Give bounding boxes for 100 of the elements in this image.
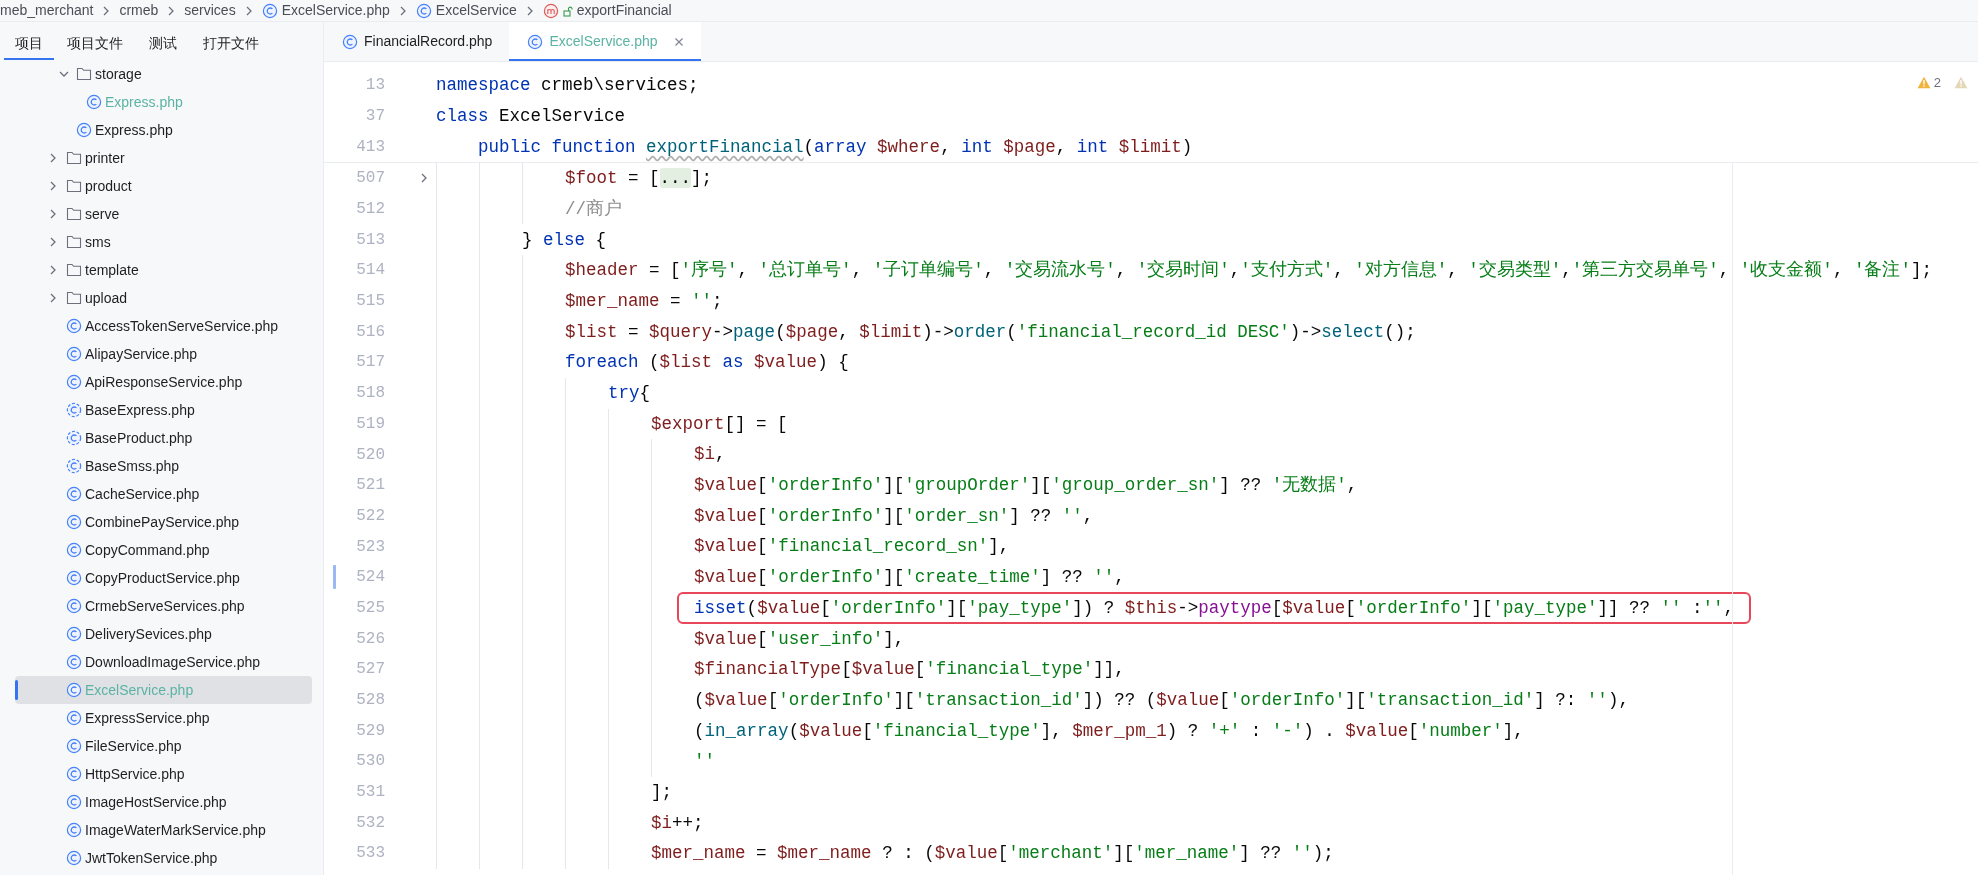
- tree-item[interactable]: AccessTokenServeService.php: [15, 312, 312, 340]
- tree-item[interactable]: DeliverySevices.php: [15, 620, 312, 648]
- code-line: '': [694, 750, 716, 774]
- tool-window-tab[interactable]: 打开文件: [190, 22, 272, 60]
- tree-item[interactable]: HttpService.php: [15, 760, 312, 788]
- tree-item[interactable]: BaseSmss.php: [15, 452, 312, 480]
- tree-item[interactable]: product: [15, 172, 312, 200]
- line-number: 520: [355, 444, 385, 466]
- line-number: 530: [355, 751, 385, 773]
- line-number: 37: [364, 106, 385, 128]
- class-icon: [76, 122, 92, 138]
- tree-item[interactable]: storage: [15, 60, 312, 88]
- breadcrumb-item[interactable]: crmeb: [119, 0, 159, 21]
- line-number: 517: [355, 352, 385, 374]
- code-line: ];: [651, 780, 673, 804]
- folder-icon: [66, 207, 82, 221]
- tree-item[interactable]: AlipayService.php: [15, 340, 312, 368]
- tool-window-tab[interactable]: 项目: [4, 22, 54, 60]
- class-icon: [66, 850, 82, 866]
- line-number: 528: [355, 690, 385, 712]
- breadcrumb-item[interactable]: exportFinancial: [542, 0, 672, 21]
- tree-item[interactable]: DownloadImageService.php: [15, 648, 312, 676]
- class-icon: [66, 542, 82, 558]
- class-icon: [66, 346, 82, 362]
- class-icon: [66, 486, 82, 502]
- class-icon: [66, 598, 82, 614]
- weak-warning-icon: [1954, 76, 1968, 90]
- tree-item[interactable]: Express.php: [15, 116, 312, 144]
- tree-item[interactable]: FileService.php: [15, 732, 312, 760]
- tool-window-tab[interactable]: 项目文件: [54, 22, 136, 60]
- class-icon: [66, 654, 82, 670]
- class-icon: [66, 794, 82, 810]
- tree-item[interactable]: ExpressService.php: [15, 704, 312, 732]
- folder-icon: [66, 263, 82, 277]
- line-number: 523: [355, 536, 385, 558]
- code-line: $financialType[$value['financial_type']],: [694, 658, 1125, 682]
- code-line: $value['orderInfo']['order_sn'] ?? '',: [694, 504, 1094, 528]
- tree-item[interactable]: sms: [15, 228, 312, 256]
- breadcrumb-item[interactable]: services: [184, 0, 236, 21]
- line-number: 522: [355, 505, 385, 527]
- warning-icon: [1916, 76, 1931, 90]
- tree-item[interactable]: upload: [15, 284, 312, 312]
- class-icon: [66, 766, 82, 782]
- tree-item[interactable]: CombinePayService.php: [15, 508, 312, 536]
- line-number: 527: [355, 659, 385, 681]
- abstract-class-icon: [66, 458, 82, 474]
- tree-item[interactable]: CopyCommand.php: [15, 536, 312, 564]
- code-line: try{: [608, 382, 651, 406]
- class-icon: [66, 570, 82, 586]
- line-number: 507: [355, 168, 385, 190]
- line-number: 514: [355, 260, 385, 282]
- class-icon: [66, 682, 82, 698]
- code-line: } else {: [522, 228, 607, 252]
- line-number: 413: [355, 136, 385, 158]
- line-number: 512: [355, 199, 385, 221]
- tree-item[interactable]: BaseProduct.php: [15, 424, 312, 452]
- class-icon: [66, 710, 82, 726]
- folder-icon: [66, 235, 82, 249]
- tree-item[interactable]: printer: [15, 144, 312, 172]
- folder-icon: [66, 151, 82, 165]
- tree-item[interactable]: BaseExpress.php: [15, 396, 312, 424]
- class-icon: [66, 626, 82, 642]
- tree-item[interactable]: CacheService.php: [15, 480, 312, 508]
- tree-item[interactable]: ImageHostService.php: [15, 788, 312, 816]
- line-number: 524: [355, 567, 385, 589]
- line-number: 515: [355, 291, 385, 313]
- warning-count[interactable]: 2: [1933, 73, 1941, 93]
- code-line: $value['user_info'],: [694, 627, 905, 651]
- tree-item[interactable]: serve: [15, 200, 312, 228]
- class-icon: [66, 374, 82, 390]
- file-tab[interactable]: FinancialRecord.php: [324, 22, 510, 61]
- tree-item[interactable]: ApiResponseService.php: [15, 368, 312, 396]
- code-line: $value['orderInfo']['groupOrder']['group_order_sn'] ?? '无数据',: [694, 474, 1358, 498]
- code-line: $mer_name = $mer_name ? : ($value['merchant']['mer_name'] ?? '');: [651, 842, 1334, 866]
- class-icon: [66, 514, 82, 530]
- line-number: 532: [355, 812, 385, 834]
- open-lock-icon: [562, 4, 573, 17]
- breadcrumb-item[interactable]: meb_merchant: [0, 0, 94, 21]
- tree-item[interactable]: CopyProductService.php: [15, 564, 312, 592]
- fold-chevron-icon[interactable]: [419, 172, 429, 185]
- code-line: namespace crmeb\services;: [436, 74, 699, 98]
- tree-item[interactable]: JwtTokenService.php: [15, 844, 312, 872]
- breadcrumb-item[interactable]: ExcelService: [415, 0, 517, 21]
- code-line: $value['financial_record_sn'],: [694, 535, 1010, 559]
- code-line: class ExcelService: [436, 104, 626, 128]
- abstract-class-icon: [66, 430, 82, 446]
- class-icon: [86, 94, 102, 110]
- code-line: $list = $query->page($page, $limit)->order('financial_record_id DESC')->select();: [565, 320, 1416, 344]
- line-number: 521: [355, 475, 385, 497]
- class-icon: [66, 738, 82, 754]
- code-line: $foot = [...];: [565, 167, 713, 191]
- code-line: $i++;: [651, 811, 704, 835]
- tree-item[interactable]: template: [15, 256, 312, 284]
- tree-item[interactable]: ImageWaterMarkService.php: [15, 816, 312, 844]
- tool-window-tab[interactable]: 测试: [136, 22, 190, 60]
- line-number: 529: [355, 720, 385, 742]
- line-number: 525: [355, 597, 385, 619]
- class-icon: [342, 33, 358, 50]
- breadcrumb-item[interactable]: ExcelService.php: [261, 0, 390, 21]
- tree-item[interactable]: CrmebServeServices.php: [15, 592, 312, 620]
